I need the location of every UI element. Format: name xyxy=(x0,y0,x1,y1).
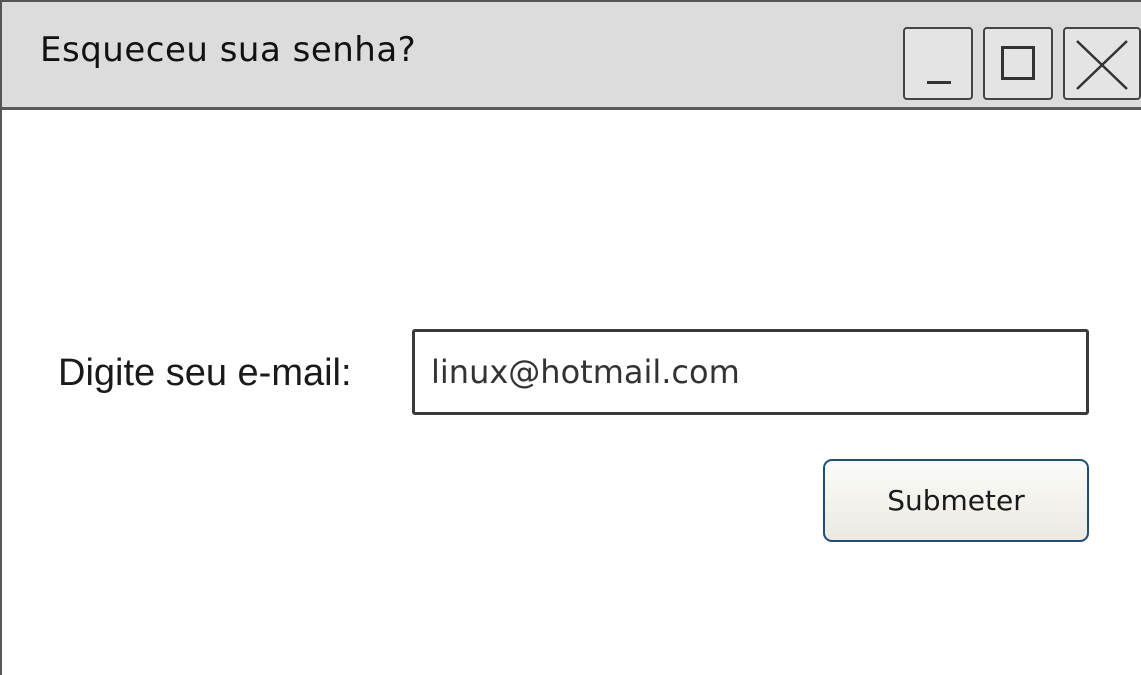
email-field[interactable] xyxy=(412,329,1089,415)
minimize-button[interactable] xyxy=(903,27,973,100)
minimize-icon xyxy=(927,81,951,84)
maximize-icon xyxy=(1001,46,1035,80)
submit-button[interactable]: Submeter xyxy=(823,459,1089,542)
email-label: Digite seu e-mail: xyxy=(58,352,352,394)
maximize-button[interactable] xyxy=(983,27,1053,100)
title-bar[interactable]: Esqueceu sua senha? xyxy=(2,2,1141,110)
forgot-password-window: Esqueceu sua senha? Digite seu e-mail: S… xyxy=(0,0,1141,675)
close-button[interactable] xyxy=(1063,27,1141,100)
close-icon xyxy=(1076,40,1128,90)
window-title: Esqueceu sua senha? xyxy=(40,30,417,70)
